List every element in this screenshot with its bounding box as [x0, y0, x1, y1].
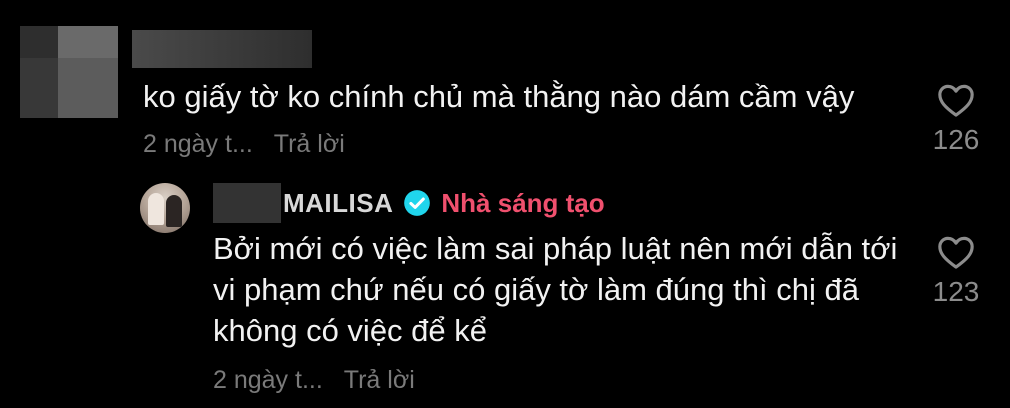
- creator-badge: Nhà sáng tạo: [441, 188, 605, 218]
- reply-meta: 2 ngày t... Trả lời: [213, 366, 415, 395]
- reply-button[interactable]: Trả lời: [344, 366, 415, 394]
- avatar-pixel: [58, 58, 118, 118]
- like-button[interactable]: 123: [921, 234, 991, 308]
- heart-outline-icon[interactable]: [937, 234, 975, 270]
- like-count: 126: [932, 124, 980, 155]
- comments-section: ko giấy tờ ko chính chủ mà thằng nào dám…: [0, 0, 1010, 408]
- blurred-username[interactable]: [213, 183, 281, 223]
- avatar[interactable]: [140, 183, 190, 233]
- avatar-pixel: [20, 26, 58, 58]
- avatar-pixel: [20, 58, 58, 118]
- reply-button[interactable]: Trả lời: [274, 130, 345, 158]
- heart-outline-icon[interactable]: [937, 82, 975, 118]
- like-button[interactable]: 126: [921, 82, 991, 156]
- reply-username[interactable]: MAILISA: [283, 186, 393, 220]
- comment-time: 2 ngày t...: [143, 130, 253, 158]
- blurred-username[interactable]: [132, 30, 312, 68]
- like-count: 123: [932, 276, 980, 307]
- comment-text: ko giấy tờ ko chính chủ mà thằng nào dám…: [143, 79, 855, 114]
- reply-text: Bởi mới có việc làm sai pháp luật nên mớ…: [213, 231, 898, 348]
- reply-time: 2 ngày t...: [213, 366, 323, 394]
- avatar-figure: [148, 193, 164, 225]
- avatar-pixel: [58, 26, 118, 58]
- comment-meta: 2 ngày t... Trả lời: [143, 130, 345, 159]
- avatar-figure: [166, 195, 182, 227]
- reply-header: MAILISA Nhà sáng tạo: [283, 186, 605, 220]
- verified-check-icon: [404, 190, 431, 216]
- blurred-avatar[interactable]: [20, 26, 118, 118]
